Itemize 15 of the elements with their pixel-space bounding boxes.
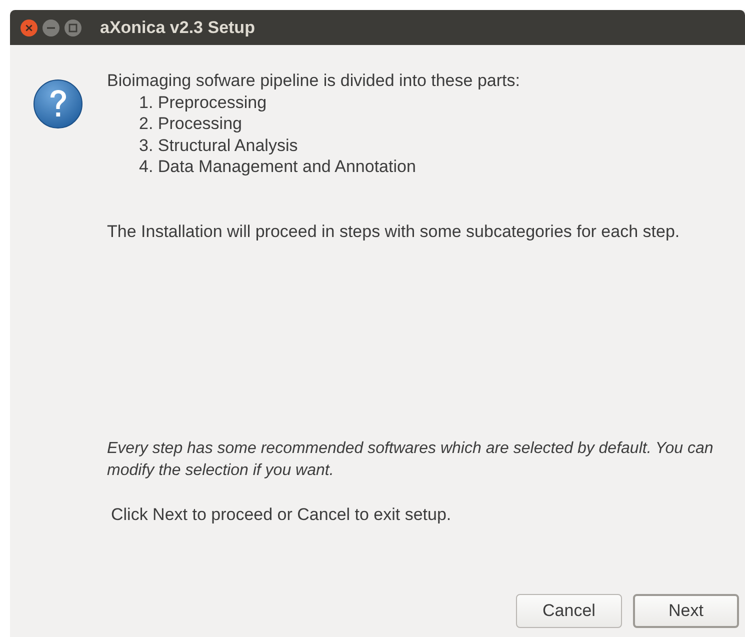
close-icon[interactable]: [20, 18, 38, 36]
cancel-button[interactable]: Cancel: [516, 594, 622, 628]
maximize-icon[interactable]: [64, 18, 82, 36]
list-item: 1. Preprocessing: [139, 92, 267, 113]
window-title: aXonica v2.3 Setup: [100, 18, 255, 38]
recommendation-note: Every step has some recommended softwares which are selected by default. You can modify the selection if you want.: [107, 439, 714, 480]
next-button[interactable]: Next: [633, 594, 739, 628]
steps-note: The Installation will proceed in steps with some subcategories for each step.: [107, 220, 681, 242]
list-item: 4. Data Management and Annotation: [139, 156, 416, 178]
intro-text: Bioimaging sofware pipeline is divided into these parts:: [107, 70, 521, 92]
minimize-icon[interactable]: [42, 18, 60, 36]
question-icon: [32, 78, 84, 130]
list-item: 2. Processing: [139, 113, 242, 134]
list-item: 3. Structural Analysis: [139, 134, 298, 156]
instruction-text: Click Next to proceed or Cancel to exit setup.: [110, 504, 452, 526]
